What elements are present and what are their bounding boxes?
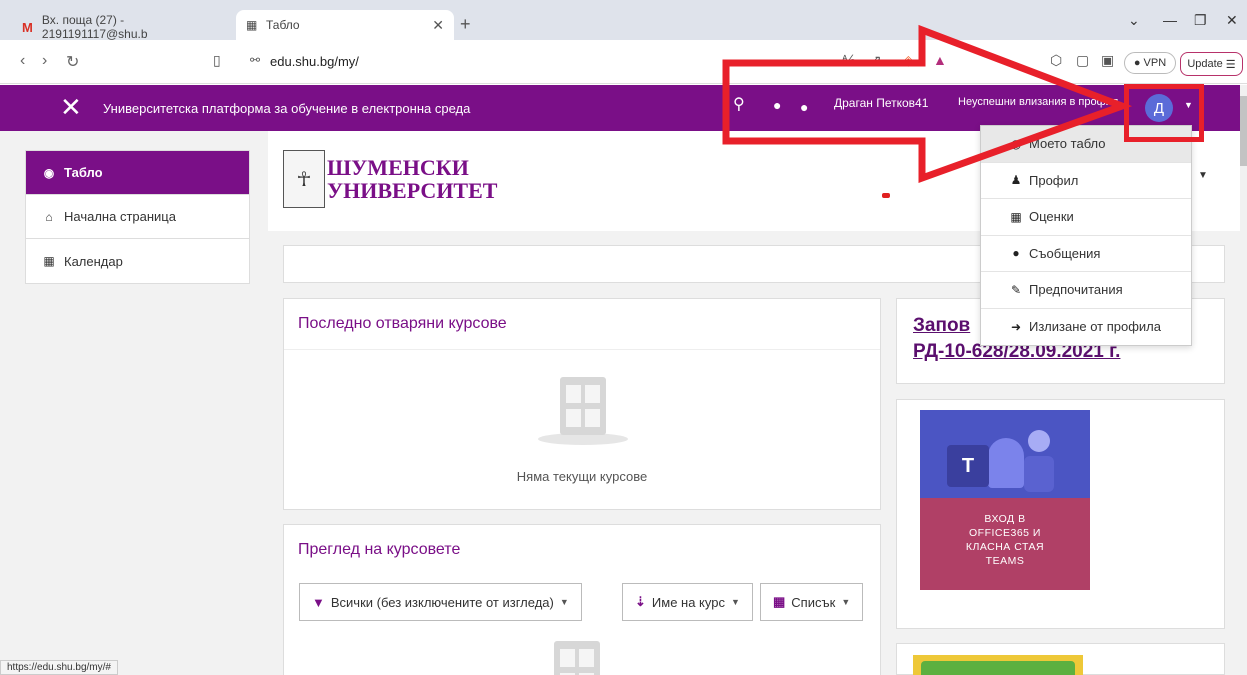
- status-bar: https://edu.shu.bg/my/#: [0, 660, 118, 675]
- search-icon[interactable]: ⚲: [733, 94, 745, 114]
- filter-dropdown[interactable]: ▼ Всички (без изключените от изгледа) ▼: [299, 583, 582, 621]
- messages-icon[interactable]: ●: [800, 99, 808, 115]
- close-window-icon[interactable]: ✕: [1226, 12, 1238, 29]
- menu-item-profile[interactable]: ♟ Профил: [981, 163, 1191, 199]
- wrench-icon: ✎: [1010, 282, 1022, 297]
- page-scrollbar[interactable]: [1240, 85, 1247, 675]
- block-title: Преглед на курсовете: [298, 541, 461, 558]
- avatar-highlight-box: [1124, 84, 1204, 142]
- login-fails-text: Неуспешни влизания в профил: [958, 96, 1119, 108]
- notification-bell-icon[interactable]: ●: [773, 97, 781, 113]
- view-dropdown[interactable]: ▦ Списък ▼: [760, 583, 864, 621]
- browser-tab-bar: M Вх. поща (27) - 2191191117@shu.b ▦ Таб…: [0, 0, 1247, 41]
- share-icon[interactable]: ⇗: [870, 52, 882, 69]
- site-info-icon[interactable]: ⚯: [250, 53, 260, 67]
- logout-icon: ➜: [1010, 319, 1022, 334]
- tab-gmail[interactable]: M Вх. поща (27) - 2191191117@shu.b: [22, 13, 232, 41]
- back-icon[interactable]: ‹: [20, 52, 25, 70]
- gmail-icon: M: [22, 20, 33, 35]
- university-seal-icon: ☥: [283, 150, 325, 208]
- university-logo[interactable]: ☥ ШУМЕНСКИ УНИВЕРСИТЕТ: [283, 150, 497, 208]
- university-icon: ▦: [246, 18, 258, 32]
- address-bar: ‹ › ↻ ▯ ⚯ edu.shu.bg/my/ ⅍ ⇗ ◈ ▲ ⬡ ▢ ▣: [0, 40, 1247, 84]
- url-field[interactable]: edu.shu.bg/my/: [270, 54, 359, 69]
- new-tab-icon[interactable]: +: [460, 14, 471, 35]
- restore-icon[interactable]: ❐: [1194, 12, 1207, 29]
- cursor-marker: [882, 193, 890, 198]
- table-icon: ▦: [1010, 209, 1022, 224]
- teams-icon: T: [947, 445, 989, 487]
- user-icon: ♟: [1010, 173, 1022, 188]
- translate-icon[interactable]: ⅍: [842, 52, 855, 68]
- brave-shield-icon[interactable]: ◈: [903, 52, 914, 69]
- user-menu-dropdown: ◉ Моето табло ♟ Профил ▦ Оценки ● Съобще…: [980, 125, 1192, 346]
- vpn-button[interactable]: ● VPN: [1124, 52, 1176, 74]
- dashboard-icon: ◉: [43, 165, 55, 180]
- course-placeholder-icon: [560, 377, 606, 435]
- menu-item-logout[interactable]: ➜ Излизане от профила: [981, 309, 1191, 346]
- wallet-icon[interactable]: ▣: [1101, 52, 1114, 69]
- teams-login-button[interactable]: ВХОД В OFFICE365 И КЛАСНА СТАЯ TEAMS: [920, 498, 1090, 590]
- filter-icon: ▼: [312, 594, 325, 610]
- chat-icon: ●: [1012, 246, 1020, 261]
- caret-down-icon: ▼: [559, 597, 569, 607]
- reload-icon[interactable]: ↻: [66, 52, 79, 72]
- drawer-item-dashboard[interactable]: ◉ Табло: [26, 151, 249, 195]
- course-placeholder-icon: [554, 641, 600, 675]
- grid-icon: ▦: [773, 594, 786, 609]
- no-courses-text: Няма текущи курсове: [516, 469, 648, 484]
- bookmark-icon[interactable]: ▯: [213, 52, 221, 69]
- menu-item-messages[interactable]: ● Съобщения: [981, 236, 1191, 272]
- nav-drawer: ◉ Табло ⌂ Начална страница ▦ Календар: [25, 150, 250, 284]
- update-button[interactable]: Update ☰: [1180, 52, 1243, 76]
- recent-courses-block: Последно отваряни курсове Няма текущи ку…: [283, 298, 881, 510]
- site-name[interactable]: Университетска платформа за обучение в е…: [103, 101, 470, 116]
- caret-down-icon: ▼: [730, 597, 740, 607]
- block-title: Последно отваряни курсове: [284, 299, 880, 350]
- header-caret-icon[interactable]: ▼: [1198, 170, 1208, 181]
- minimize-icon[interactable]: —: [1163, 12, 1177, 28]
- tab-title: Вх. поща (27) - 2191191117@shu.b: [41, 13, 148, 41]
- chevron-down-icon[interactable]: ⌄: [1128, 12, 1140, 29]
- scrollbar-thumb[interactable]: [1240, 96, 1247, 166]
- tab-title: Табло: [266, 18, 300, 32]
- close-tab-icon[interactable]: ✕: [432, 17, 444, 34]
- teams-banner[interactable]: [920, 410, 1090, 498]
- dashboard-icon: ◉: [1010, 136, 1022, 151]
- drawer-item-home[interactable]: ⌂ Начална страница: [26, 195, 249, 239]
- forward-icon[interactable]: ›: [42, 52, 47, 70]
- close-drawer-icon[interactable]: ✕: [60, 93, 82, 121]
- sort-icon: ⇣: [635, 594, 646, 609]
- caret-down-icon: ▼: [841, 597, 851, 607]
- extensions-icon[interactable]: ⬡: [1050, 52, 1062, 69]
- sort-dropdown[interactable]: ⇣ Име на курс ▼: [622, 583, 753, 621]
- calendar-icon: ▦: [43, 254, 55, 268]
- menu-item-grades[interactable]: ▦ Оценки: [981, 199, 1191, 236]
- sidebar-icon[interactable]: ▢: [1076, 52, 1089, 69]
- rewards-icon[interactable]: ▲: [933, 52, 947, 68]
- drawer-item-calendar[interactable]: ▦ Календар: [26, 239, 249, 283]
- home-icon: ⌂: [45, 209, 53, 224]
- menu-item-preferences[interactable]: ✎ Предпочитания: [981, 272, 1191, 309]
- tab-dashboard[interactable]: ▦ Табло ✕: [236, 10, 454, 40]
- user-name[interactable]: Драган Петков41: [834, 96, 928, 110]
